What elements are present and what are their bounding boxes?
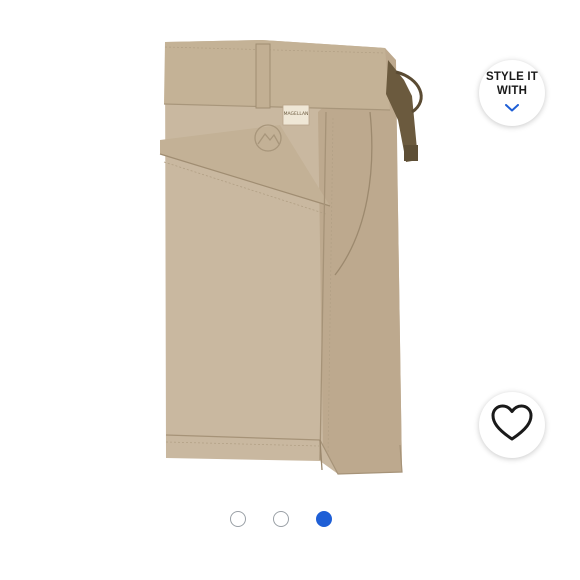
style-it-with-label-line2: WITH	[496, 84, 528, 97]
carousel-pagination	[230, 511, 332, 527]
carousel-dot-3[interactable]	[316, 511, 332, 527]
style-it-with-button[interactable]: STYLE IT WITH	[479, 60, 545, 126]
brand-label-text: MAGELLAN	[284, 111, 309, 117]
chevron-down-icon	[505, 99, 519, 117]
style-it-with-label-line1: STYLE IT	[485, 70, 539, 83]
product-image-gallery: MAGELLAN STYLE IT WITH	[0, 0, 580, 580]
carousel-dot-1[interactable]	[230, 511, 246, 527]
heart-outline-icon	[491, 404, 533, 447]
carousel-dot-2[interactable]	[273, 511, 289, 527]
favorite-button[interactable]	[479, 392, 545, 458]
